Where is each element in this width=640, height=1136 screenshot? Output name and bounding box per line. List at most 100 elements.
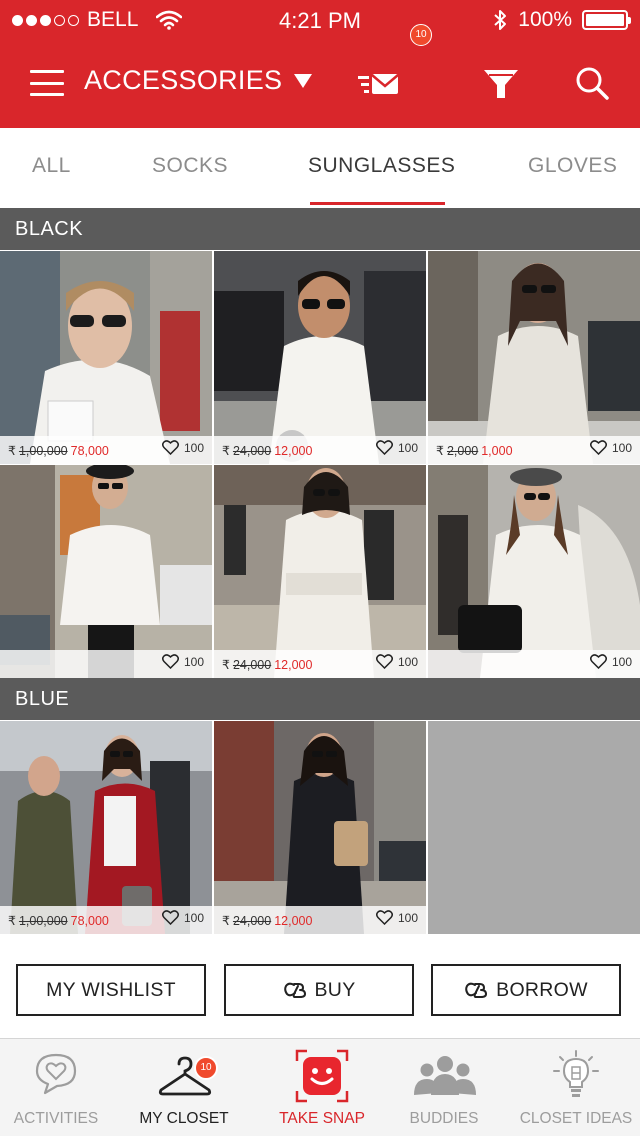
like-count: 100 — [611, 440, 632, 455]
product-photo — [0, 251, 212, 464]
tile-info-bar: ₹1,00,000 78,000 100 — [0, 436, 212, 464]
product-tile[interactable]: ₹1,00,000 78,000 100 — [0, 251, 212, 464]
battery-percent: 100% — [518, 8, 572, 31]
tab-gloves[interactable]: GLOVES — [528, 154, 617, 178]
like-count: 100 — [611, 654, 632, 669]
tab-sunglasses[interactable]: SUNGLASSES — [308, 154, 455, 178]
heart-icon — [161, 440, 179, 455]
like-control[interactable]: 100 — [161, 910, 204, 925]
buddies-icon — [414, 1056, 476, 1095]
like-control[interactable]: 100 — [161, 654, 204, 669]
like-control[interactable]: 100 — [375, 440, 418, 455]
caret-down-icon — [294, 73, 313, 88]
tab-buddies-label: BUDDIES — [409, 1110, 479, 1127]
tab-closet-ideas[interactable]: CLOSET IDEAS — [512, 1039, 640, 1136]
heart-icon — [589, 440, 607, 455]
tile-info-bar: ₹24,000 12,000 100 — [214, 436, 426, 464]
price — [8, 657, 14, 671]
product-photo — [0, 721, 212, 934]
heart-icon — [375, 910, 393, 925]
old-price: 2,000 — [446, 444, 479, 458]
like-control[interactable]: 100 — [375, 910, 418, 925]
battery-icon — [582, 10, 631, 30]
product-photo — [428, 251, 640, 464]
section-header-blue: BLUE — [0, 678, 640, 720]
my-wishlist-button[interactable]: MY WISHLIST — [16, 964, 206, 1016]
heart-icon — [589, 654, 607, 669]
sale-price: 12,000 — [274, 914, 313, 928]
like-count: 100 — [183, 910, 204, 925]
currency-symbol: ₹ — [8, 444, 16, 458]
tile-info-bar: ₹2,000 1,000 100 — [428, 436, 640, 464]
product-tile[interactable]: ₹24,000 12,000 100 — [214, 251, 426, 464]
product-photo — [214, 251, 426, 464]
like-control[interactable]: 100 — [589, 654, 632, 669]
app-root: BELL 4:21 PM 100% ACCESSORIES 10 ALL SOC… — [0, 0, 640, 1136]
lightbulb-icon — [553, 1050, 599, 1097]
buy-button[interactable]: BUY — [224, 964, 414, 1016]
tile-info-bar: 100 — [428, 650, 640, 678]
nav-bar: ACCESSORIES — [0, 40, 640, 128]
product-tile[interactable]: ₹24,000 12,000 100 — [214, 721, 426, 934]
product-tile[interactable]: ₹1,00,000 78,000 100 — [0, 721, 212, 934]
heart-icon — [375, 654, 393, 669]
product-photo — [214, 465, 426, 678]
filter-icon[interactable] — [478, 62, 524, 106]
search-icon[interactable] — [570, 62, 616, 106]
buy-label: BUY — [314, 978, 356, 1001]
price: ₹1,00,000 78,000 — [8, 913, 109, 928]
snap-face-icon — [295, 1049, 349, 1103]
currency-symbol: ₹ — [436, 444, 444, 458]
product-photo — [0, 465, 212, 678]
price: ₹24,000 12,000 — [222, 913, 312, 928]
tab-socks[interactable]: SOCKS — [152, 154, 228, 178]
product-tile[interactable]: ₹2,000 1,000 100 — [428, 251, 640, 464]
menu-button[interactable] — [30, 70, 64, 96]
menu-icon — [30, 70, 64, 73]
empty-tile-placeholder — [428, 721, 640, 934]
tab-my-closet[interactable]: MY CLOSET — [128, 1039, 240, 1136]
tab-activities[interactable]: ACTIVITIES — [0, 1039, 112, 1136]
tile-info-bar: ₹1,00,000 78,000 100 — [0, 906, 212, 934]
price — [436, 657, 442, 671]
tab-buddies[interactable]: BUDDIES — [392, 1039, 496, 1136]
old-price: 1,00,000 — [18, 444, 68, 458]
old-price: 24,000 — [232, 444, 272, 458]
bottom-tab-bar: ACTIVITIES MY CLOSET TAKE SNAP BUDDIES C… — [0, 1038, 640, 1136]
sale-price: 78,000 — [70, 914, 109, 928]
currency-symbol: ₹ — [222, 914, 230, 928]
tile-info-bar: ₹24,000 12,000 100 — [214, 906, 426, 934]
price: ₹1,00,000 78,000 — [8, 443, 109, 458]
product-tile[interactable]: 100 — [428, 465, 640, 678]
product-tile[interactable]: 100 — [0, 465, 212, 678]
product-tile[interactable]: ₹24,000 12,000 100 — [214, 465, 426, 678]
mail-icon[interactable] — [356, 62, 402, 106]
status-right: 100% — [492, 8, 631, 32]
price: ₹2,000 1,000 — [436, 443, 513, 458]
tab-take-snap[interactable]: TAKE SNAP — [262, 1039, 382, 1136]
active-tab-indicator — [310, 202, 445, 205]
closet-badge: 10 — [194, 1056, 218, 1080]
product-photo — [428, 465, 640, 678]
like-count: 100 — [397, 654, 418, 669]
category-tabs: ALL SOCKS SUNGLASSES GLOVES — [0, 128, 640, 208]
my-wishlist-label: MY WISHLIST — [46, 978, 176, 1001]
closet-logo-icon — [283, 982, 306, 998]
like-control[interactable]: 100 — [589, 440, 632, 455]
like-control[interactable]: 100 — [161, 440, 204, 455]
category-dropdown[interactable]: ACCESSORIES — [84, 65, 313, 96]
sale-price: 12,000 — [274, 658, 313, 672]
like-control[interactable]: 100 — [375, 654, 418, 669]
borrow-button[interactable]: BORROW — [431, 964, 621, 1016]
sale-price: 78,000 — [70, 444, 109, 458]
tab-my-closet-label: MY CLOSET — [139, 1110, 229, 1127]
mail-badge: 10 — [410, 24, 432, 46]
sale-price: 12,000 — [274, 444, 313, 458]
status-bar: BELL 4:21 PM 100% — [0, 0, 640, 40]
product-photo — [214, 721, 426, 934]
old-price: 1,00,000 — [18, 914, 68, 928]
chat-heart-icon — [35, 1053, 77, 1095]
like-count: 100 — [397, 910, 418, 925]
tab-all[interactable]: ALL — [32, 154, 71, 178]
heart-icon — [161, 910, 179, 925]
